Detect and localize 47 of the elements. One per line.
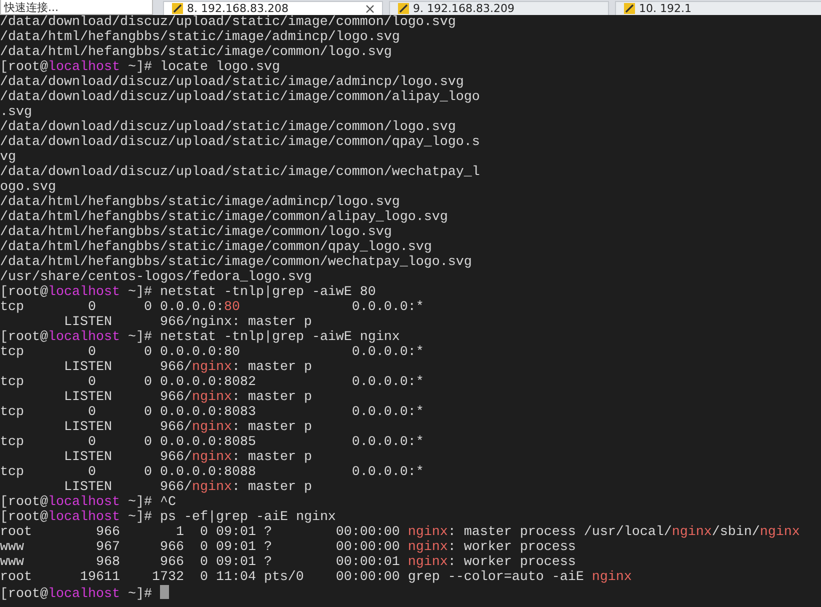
terminal-icon <box>172 3 183 14</box>
terminal-line: [root@localhost ~]# ps -ef|grep -aiE nginx <box>0 510 337 525</box>
tab[interactable]: 10. 192.1 <box>615 1 821 15</box>
terminal-line: root 966 1 0 09:01 ? 00:00:00 nginx: master process /usr/local/nginx/sbin/nginx <box>0 525 801 540</box>
terminal-line: tcp 0 0 0.0.0.0:80 0.0.0.0:* <box>0 345 425 360</box>
terminal-line: /data/download/discuz/upload/static/image/common/wechatpay_l <box>0 165 481 180</box>
terminal-line: LISTEN 966/nginx: master p <box>62 420 313 435</box>
terminal-line: /data/download/discuz/upload/static/image/common/logo.svg <box>0 15 457 30</box>
terminal-line: /data/html/hefangbbs/static/image/common/qpay_logo.svg <box>0 240 433 255</box>
terminal-line: /data/html/hefangbbs/static/image/common/wechatpay_logo.svg <box>0 255 473 270</box>
close-icon[interactable] <box>366 4 374 12</box>
tab[interactable]: 9. 192.168.83.209 <box>389 1 609 15</box>
terminal-line: [root@localhost ~]# netstat -tnlp|grep -aiwE 80 <box>0 285 377 300</box>
terminal-line: /data/download/discuz/upload/static/image/admincp/logo.svg <box>0 75 465 90</box>
terminal-line: /data/html/hefangbbs/static/image/common/alipay_logo.svg <box>0 210 449 225</box>
terminal-line: LISTEN 966/nginx: master p <box>62 450 313 465</box>
terminal-line: .svg <box>0 105 33 120</box>
terminal-line: vg <box>0 150 17 165</box>
quick-connect-field[interactable]: 快速连接... <box>0 0 153 15</box>
terminal-line: /usr/share/centos-logos/fedora_logo.svg <box>0 270 313 285</box>
terminal-line: /data/html/hefangbbs/static/image/common/logo.svg <box>0 225 393 240</box>
terminal-line: tcp 0 0 0.0.0.0:8083 0.0.0.0:* <box>0 405 425 420</box>
terminal-line: LISTEN 966/nginx: master p <box>62 390 313 405</box>
terminal-line: [root@localhost ~]# <box>0 585 821 600</box>
terminal-icon <box>398 3 409 14</box>
terminal-icon <box>624 3 635 14</box>
terminal-line: tcp 0 0 0.0.0.0:8088 0.0.0.0:* <box>0 465 425 480</box>
terminal-line: tcp 0 0 0.0.0.0:8085 0.0.0.0:* <box>0 435 425 450</box>
terminal-line: LISTEN 966/nginx: master p <box>62 480 313 495</box>
terminal-line: /data/html/hefangbbs/static/image/admincp/logo.svg <box>0 195 401 210</box>
terminal-line: /data/download/discuz/upload/static/image/common/logo.svg <box>0 120 457 135</box>
tab[interactable]: 8. 192.168.83.208 <box>163 1 383 15</box>
terminal-line: www 967 966 0 09:01 ? 00:00:00 nginx: worker process <box>0 540 577 555</box>
terminal-line: [root@localhost ~]# locate logo.svg <box>0 60 281 75</box>
terminal-line: /data/download/discuz/upload/static/image/common/alipay_logo <box>0 90 481 105</box>
terminal-line: tcp 0 0 0.0.0.0:8082 0.0.0.0:* <box>0 375 425 390</box>
terminal-line: tcp 0 0 0.0.0.0:80 0.0.0.0:* <box>0 300 425 315</box>
terminal-line: root 19611 1732 0 11:04 pts/0 00:00:00 grep --color=auto -aiE nginx <box>0 570 633 585</box>
terminal-line: LISTEN 966/nginx: master p <box>62 315 313 330</box>
terminal-line: /data/html/hefangbbs/static/image/admincp/logo.svg <box>0 30 401 45</box>
terminal-line: [root@localhost ~]# ^C <box>0 495 177 510</box>
terminal-line: ogo.svg <box>0 180 57 195</box>
terminal-line: [root@localhost ~]# netstat -tnlp|grep -aiwE nginx <box>0 330 401 345</box>
terminal-line: LISTEN 966/nginx: master p <box>62 360 313 375</box>
terminal-line: /data/download/discuz/upload/static/image/common/qpay_logo.s <box>0 135 481 150</box>
terminal-line: /data/html/hefangbbs/static/image/common/logo.svg <box>0 45 393 60</box>
terminal-line: www 968 966 0 09:01 ? 00:00:01 nginx: worker process <box>0 555 577 570</box>
